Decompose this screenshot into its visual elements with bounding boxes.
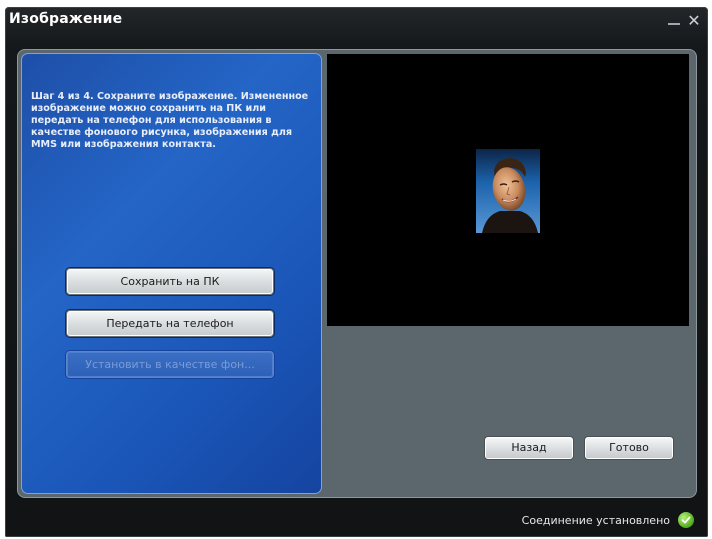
set-as-background-button: Установить в качестве фон... [66, 351, 274, 378]
check-icon [678, 512, 694, 528]
instructions-panel: Шаг 4 из 4. Сохраните изображение. Измен… [21, 53, 322, 494]
minimize-icon[interactable] [666, 13, 682, 29]
instructions-text: Шаг 4 из 4. Сохраните изображение. Измен… [31, 91, 309, 150]
send-to-phone-button[interactable]: Передать на телефон [66, 310, 274, 337]
close-icon[interactable]: ✕ [686, 13, 702, 29]
status-bar: Соединение установлено [522, 511, 694, 529]
window-title: Изображение [9, 11, 123, 27]
portrait-photo [476, 149, 540, 233]
title-bar[interactable]: Изображение ✕ [5, 7, 708, 37]
app-window: Изображение ✕ Шаг 4 из 4. Сохраните изоб… [5, 7, 708, 537]
connection-status-text: Соединение установлено [521, 513, 670, 527]
image-preview [327, 54, 689, 326]
save-to-pc-button[interactable]: Сохранить на ПК [66, 268, 274, 295]
back-button[interactable]: Назад [484, 436, 574, 460]
content-frame: Шаг 4 из 4. Сохраните изображение. Измен… [17, 49, 697, 498]
done-button[interactable]: Готово [584, 436, 674, 460]
